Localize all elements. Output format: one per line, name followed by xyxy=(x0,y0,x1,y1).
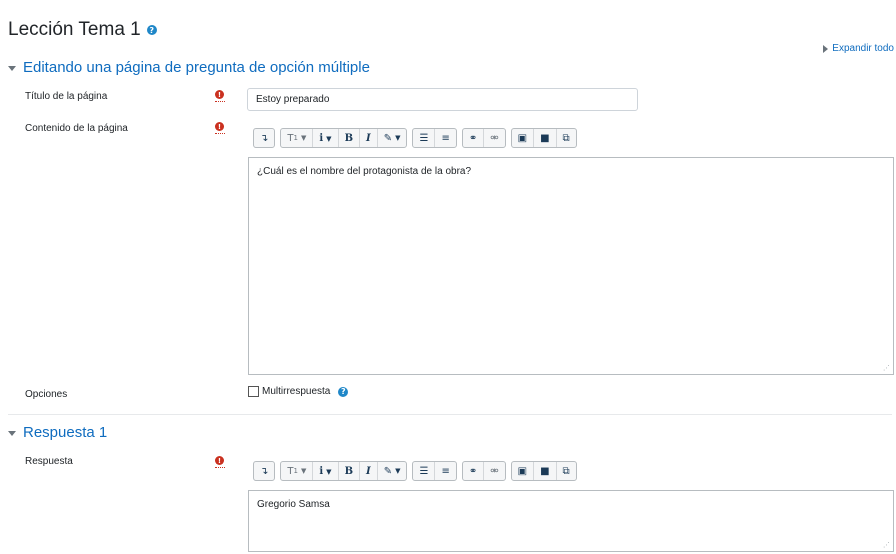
resize-handle-icon[interactable]: ⋰ xyxy=(883,541,890,549)
caret-down-icon xyxy=(8,65,16,71)
caret-right-icon xyxy=(823,44,829,53)
multi-answer-checkbox[interactable] xyxy=(248,386,259,397)
expand-all-label: Expandir todo xyxy=(832,43,894,54)
text-color-icon[interactable]: ✎ ▼ xyxy=(378,129,407,147)
manage-files-icon[interactable]: ⧉ xyxy=(557,129,576,147)
required-icon: ! xyxy=(215,122,225,136)
answer-field-label: Respuesta xyxy=(25,456,73,467)
bullet-list-icon[interactable]: ☰ xyxy=(413,129,436,147)
page-title-input[interactable] xyxy=(247,88,638,111)
editor-toolbar: ↴ T 1 ▼ i ▼ B I ✎ ▼ ☰ ≡ ⚭ ⚮ ▣ ■ ⧉ xyxy=(248,125,577,151)
info-icon[interactable]: i ▼ xyxy=(313,462,339,480)
answer-editor-text: Gregorio Samsa xyxy=(257,499,330,510)
expand-all-link[interactable]: Expandir todo xyxy=(823,43,894,54)
required-icon: ! xyxy=(215,456,225,470)
media-icon[interactable]: ■ xyxy=(534,462,557,480)
bullet-list-icon[interactable]: ☰ xyxy=(413,462,436,480)
page-title-text: Lección Tema 1 xyxy=(8,19,141,40)
link-icon[interactable]: ⚭ xyxy=(463,462,485,480)
toggle-toolbar-icon[interactable]: ↴ xyxy=(254,129,274,147)
section-edit-title: Editando una página de pregunta de opció… xyxy=(23,59,370,76)
section-answer-header[interactable]: Respuesta 1 xyxy=(8,424,107,441)
content-editor[interactable]: ¿Cuál es el nombre del protagonista de l… xyxy=(248,157,894,375)
manage-files-icon[interactable]: ⧉ xyxy=(557,462,576,480)
bold-icon[interactable]: B xyxy=(339,129,361,147)
content-field-label: Contenido de la página xyxy=(25,123,128,134)
image-icon[interactable]: ▣ xyxy=(512,462,535,480)
page-title: Lección Tema 1 ? xyxy=(8,19,157,41)
required-icon: ! xyxy=(215,90,225,104)
text-color-icon[interactable]: ✎ ▼ xyxy=(378,462,407,480)
section-edit-header[interactable]: Editando una página de pregunta de opció… xyxy=(8,59,370,76)
numbered-list-icon[interactable]: ≡ xyxy=(435,129,455,147)
question-circle-icon[interactable]: ? xyxy=(146,25,157,35)
section-answer-title: Respuesta 1 xyxy=(23,424,108,441)
image-icon[interactable]: ▣ xyxy=(512,129,535,147)
unlink-icon[interactable]: ⚮ xyxy=(484,462,504,480)
italic-icon[interactable]: I xyxy=(360,129,378,147)
caret-down-icon xyxy=(8,430,16,436)
multi-answer-label[interactable]: Multirrespuesta xyxy=(262,386,330,397)
media-icon[interactable]: ■ xyxy=(534,129,557,147)
section-divider xyxy=(8,414,892,415)
multi-answer-row: Multirrespuesta ? xyxy=(248,386,349,397)
question-circle-icon[interactable]: ? xyxy=(338,386,349,397)
content-editor-text: ¿Cuál es el nombre del protagonista de l… xyxy=(257,166,472,177)
info-icon[interactable]: i ▼ xyxy=(313,129,339,147)
italic-icon[interactable]: I xyxy=(360,462,378,480)
answer-editor[interactable]: Gregorio Samsa ⋰ xyxy=(248,490,894,552)
title-field-label: Título de la página xyxy=(25,91,108,102)
numbered-list-icon[interactable]: ≡ xyxy=(435,462,455,480)
options-label: Opciones xyxy=(25,389,68,400)
resize-handle-icon[interactable]: ⋰ xyxy=(883,364,890,372)
bold-icon[interactable]: B xyxy=(339,462,361,480)
toggle-toolbar-icon[interactable]: ↴ xyxy=(254,462,274,480)
paragraph-style-icon[interactable]: T 1 ▼ xyxy=(281,129,314,147)
link-icon[interactable]: ⚭ xyxy=(463,129,485,147)
unlink-icon[interactable]: ⚮ xyxy=(484,129,504,147)
paragraph-style-icon[interactable]: T 1 ▼ xyxy=(281,462,314,480)
answer-editor-toolbar: ↴ T 1 ▼ i ▼ B I ✎ ▼ ☰ ≡ ⚭ ⚮ ▣ ■ ⧉ xyxy=(248,458,577,484)
